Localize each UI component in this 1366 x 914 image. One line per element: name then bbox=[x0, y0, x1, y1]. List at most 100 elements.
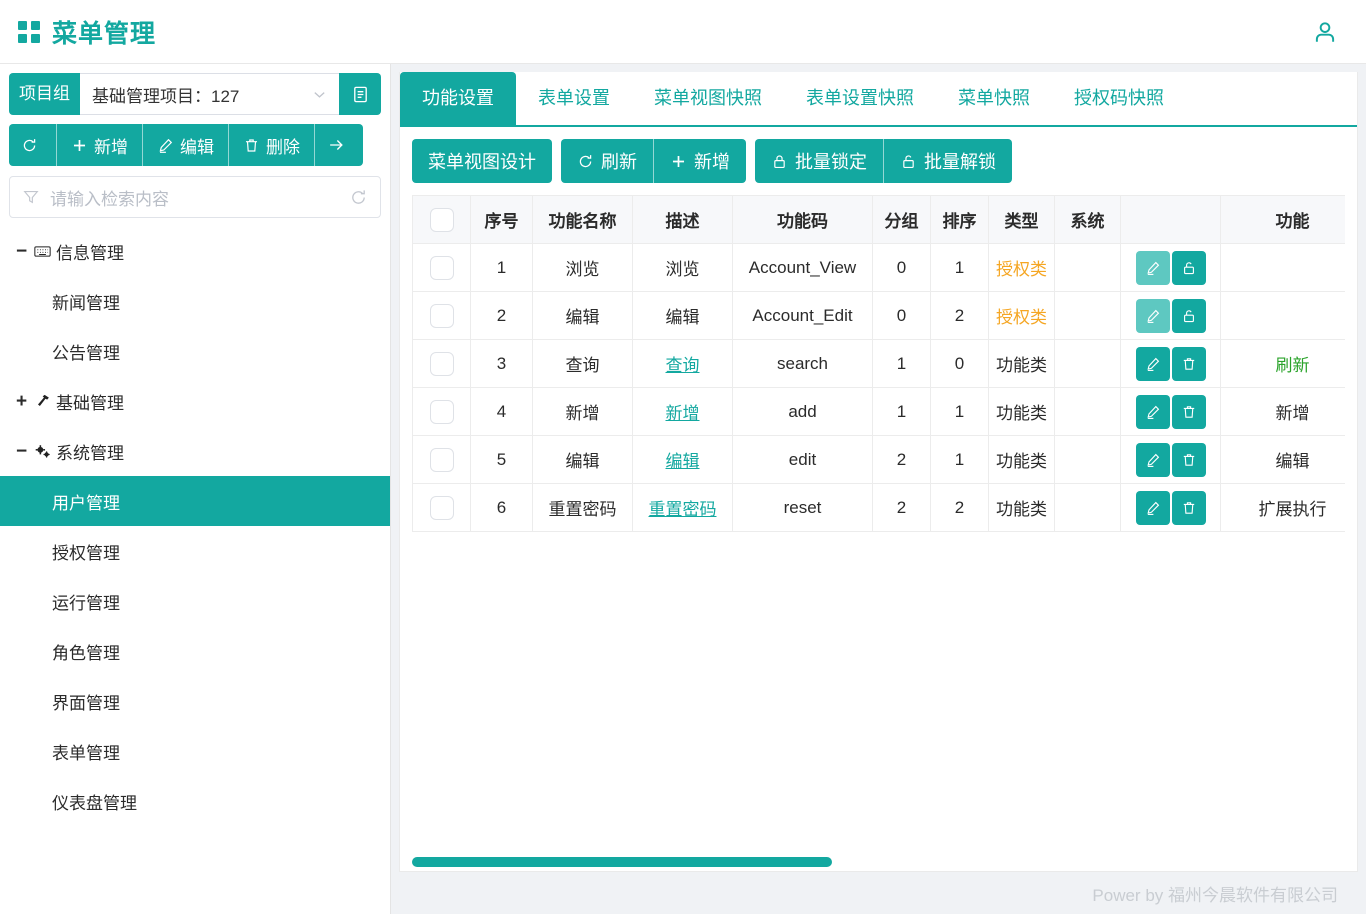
row-checkbox[interactable] bbox=[429, 399, 454, 424]
row-checkbox[interactable] bbox=[429, 303, 454, 328]
pencil-icon bbox=[157, 137, 174, 154]
description-link[interactable]: 新增 bbox=[666, 404, 700, 423]
description-link[interactable]: 重置密码 bbox=[649, 500, 717, 519]
filter-icon bbox=[22, 188, 40, 206]
sidebar-item-2[interactable]: 公告管理 bbox=[0, 326, 390, 376]
cell-function[interactable]: 新增 bbox=[1220, 387, 1345, 436]
row-checkbox-cell[interactable] bbox=[412, 243, 471, 292]
select-all-header[interactable] bbox=[412, 195, 471, 244]
cell-operations[interactable] bbox=[1120, 291, 1221, 340]
cell-order: 1 bbox=[930, 435, 989, 484]
cell-operations[interactable] bbox=[1120, 339, 1221, 388]
row-checkbox-cell[interactable] bbox=[412, 291, 471, 340]
app-body: 项目组 基础管理项目：127 新增 编辑 删除 请输入检索内容 − 信息管理 新… bbox=[0, 64, 1366, 914]
collapse-toggle-icon[interactable]: − bbox=[14, 242, 29, 261]
row-checkbox-cell[interactable] bbox=[412, 387, 471, 436]
tab-3[interactable]: 表单设置快照 bbox=[784, 72, 936, 125]
sidebar-item-9[interactable]: 界面管理 bbox=[0, 676, 390, 726]
row-checkbox-cell[interactable] bbox=[412, 339, 471, 388]
user-icon[interactable] bbox=[1312, 19, 1338, 45]
cell-operations[interactable] bbox=[1120, 483, 1221, 532]
batch-unlock-button[interactable]: 批量解锁 bbox=[883, 139, 1012, 183]
cell-description[interactable]: 重置密码 bbox=[632, 483, 733, 532]
sidebar-search[interactable]: 请输入检索内容 bbox=[9, 176, 381, 218]
sidebar-item-5[interactable]: 用户管理 bbox=[0, 476, 390, 526]
cell-function bbox=[1220, 291, 1345, 340]
table-row[interactable]: 1 浏览 浏览 Account_View 0 1 授权类 bbox=[412, 243, 1345, 292]
expand-toggle-icon[interactable]: + bbox=[14, 392, 29, 411]
row-checkbox[interactable] bbox=[429, 351, 454, 376]
cell-operations[interactable] bbox=[1120, 387, 1221, 436]
search-input[interactable]: 请输入检索内容 bbox=[50, 185, 169, 210]
tab-0[interactable]: 功能设置 bbox=[400, 72, 516, 125]
cell-description[interactable]: 编辑 bbox=[632, 435, 733, 484]
project-select[interactable]: 基础管理项目：127 bbox=[80, 73, 339, 115]
pencil-icon-button[interactable] bbox=[1135, 298, 1170, 333]
cell-description[interactable]: 查询 bbox=[632, 339, 733, 388]
cell-function-code: search bbox=[732, 339, 873, 388]
cell-operations[interactable] bbox=[1120, 435, 1221, 484]
pencil-icon-button[interactable] bbox=[1135, 394, 1170, 429]
row-checkbox[interactable] bbox=[429, 255, 454, 280]
row-checkbox[interactable] bbox=[429, 447, 454, 472]
collapse-toggle-icon[interactable]: − bbox=[14, 442, 29, 461]
cell-function[interactable]: 刷新 bbox=[1220, 339, 1345, 388]
pencil-icon-button[interactable] bbox=[1135, 490, 1170, 525]
trash-icon-button[interactable] bbox=[1171, 442, 1206, 477]
trash-icon-button[interactable] bbox=[1171, 394, 1206, 429]
select-all-checkbox[interactable] bbox=[429, 207, 454, 232]
menu-view-design-button[interactable]: 菜单视图设计 bbox=[412, 139, 552, 183]
description-link[interactable]: 查询 bbox=[666, 356, 700, 375]
horizontal-scrollbar[interactable] bbox=[412, 857, 1345, 867]
tab-5[interactable]: 授权码快照 bbox=[1052, 72, 1186, 125]
batch-lock-button[interactable]: 批量锁定 bbox=[755, 139, 883, 183]
tab-2[interactable]: 菜单视图快照 bbox=[632, 72, 784, 125]
cell-order: 1 bbox=[930, 387, 989, 436]
sidebar-item-11[interactable]: 仪表盘管理 bbox=[0, 776, 390, 826]
table-row[interactable]: 5 编辑 编辑 edit 2 1 功能类 编辑 bbox=[412, 435, 1345, 484]
trash-icon-button[interactable] bbox=[1171, 346, 1206, 381]
cell-description[interactable]: 新增 bbox=[632, 387, 733, 436]
unlock-icon-button[interactable] bbox=[1171, 250, 1206, 285]
tab-1[interactable]: 表单设置 bbox=[516, 72, 632, 125]
sidebar-expand-button[interactable] bbox=[315, 124, 363, 166]
table-row[interactable]: 3 查询 查询 search 1 0 功能类 刷新 bbox=[412, 339, 1345, 388]
cell-function[interactable]: 编辑 bbox=[1220, 435, 1345, 484]
table-row[interactable]: 4 新增 新增 add 1 1 功能类 新增 bbox=[412, 387, 1345, 436]
sidebar-item-1[interactable]: 新闻管理 bbox=[0, 276, 390, 326]
description-link[interactable]: 编辑 bbox=[666, 452, 700, 471]
sidebar-item-3[interactable]: + 基础管理 bbox=[0, 376, 390, 426]
row-checkbox[interactable] bbox=[429, 495, 454, 520]
sidebar-item-6[interactable]: 授权管理 bbox=[0, 526, 390, 576]
sidebar-item-7[interactable]: 运行管理 bbox=[0, 576, 390, 626]
content-refresh-button[interactable]: 刷新 bbox=[561, 139, 653, 183]
table-row[interactable]: 2 编辑 编辑 Account_Edit 0 2 授权类 bbox=[412, 291, 1345, 340]
tab-4[interactable]: 菜单快照 bbox=[936, 72, 1052, 125]
sidebar-edit-button[interactable]: 编辑 bbox=[143, 124, 229, 166]
pencil-icon-button[interactable] bbox=[1135, 250, 1170, 285]
unlock-icon-button[interactable] bbox=[1171, 298, 1206, 333]
sidebar-delete-button[interactable]: 删除 bbox=[229, 124, 315, 166]
cell-type: 功能类 bbox=[988, 339, 1055, 388]
pencil-icon-button[interactable] bbox=[1135, 442, 1170, 477]
search-refresh-icon[interactable] bbox=[349, 188, 368, 207]
sidebar-item-0[interactable]: − 信息管理 bbox=[0, 226, 390, 276]
sidebar-item-label: 基础管理 bbox=[56, 393, 124, 413]
sidebar-item-4[interactable]: − 系统管理 bbox=[0, 426, 390, 476]
cell-system bbox=[1054, 291, 1121, 340]
cell-operations[interactable] bbox=[1120, 243, 1221, 292]
sidebar-item-8[interactable]: 角色管理 bbox=[0, 626, 390, 676]
cell-function[interactable]: 扩展执行 bbox=[1220, 483, 1345, 532]
table-row[interactable]: 6 重置密码 重置密码 reset 2 2 功能类 扩展执行 bbox=[412, 483, 1345, 532]
cell-system bbox=[1054, 435, 1121, 484]
sidebar-add-button[interactable]: 新增 bbox=[57, 124, 143, 166]
row-checkbox-cell[interactable] bbox=[412, 483, 471, 532]
document-icon-button[interactable] bbox=[339, 73, 381, 115]
sidebar-refresh-button[interactable] bbox=[9, 124, 57, 166]
row-checkbox-cell[interactable] bbox=[412, 435, 471, 484]
content-add-button[interactable]: 新增 bbox=[653, 139, 746, 183]
trash-icon-button[interactable] bbox=[1171, 490, 1206, 525]
sidebar-item-10[interactable]: 表单管理 bbox=[0, 726, 390, 776]
pencil-icon-button[interactable] bbox=[1135, 346, 1170, 381]
scrollbar-thumb[interactable] bbox=[412, 857, 832, 867]
